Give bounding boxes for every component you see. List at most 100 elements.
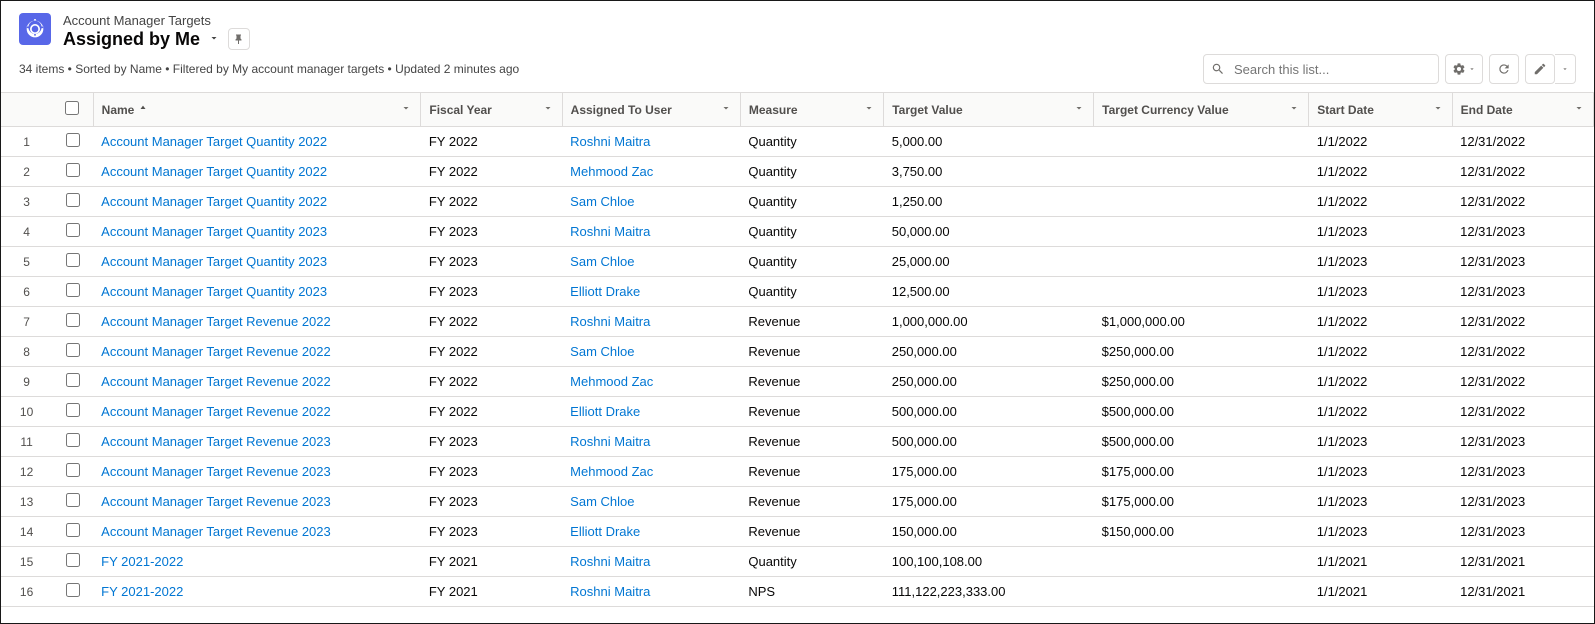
data-table: Name Fiscal Year Assigned To User Measur… bbox=[1, 93, 1594, 607]
more-button[interactable] bbox=[1555, 54, 1576, 84]
user-link[interactable]: Elliott Drake bbox=[570, 284, 640, 299]
cell-name: Account Manager Target Revenue 2022 bbox=[93, 367, 421, 397]
row-number: 2 bbox=[1, 157, 52, 187]
user-link[interactable]: Sam Chloe bbox=[570, 254, 634, 269]
name-link[interactable]: Account Manager Target Revenue 2022 bbox=[101, 404, 331, 419]
name-link[interactable]: Account Manager Target Revenue 2022 bbox=[101, 314, 331, 329]
list-controls-button[interactable] bbox=[1445, 54, 1483, 84]
cell-target-value: 150,000.00 bbox=[884, 517, 1094, 547]
name-link[interactable]: Account Manager Target Quantity 2023 bbox=[101, 284, 327, 299]
name-link[interactable]: FY 2021-2022 bbox=[101, 554, 183, 569]
row-checkbox[interactable] bbox=[66, 433, 80, 447]
row-checkbox[interactable] bbox=[66, 193, 80, 207]
name-link[interactable]: Account Manager Target Revenue 2022 bbox=[101, 374, 331, 389]
row-checkbox-cell bbox=[52, 187, 93, 217]
row-checkbox-cell bbox=[52, 247, 93, 277]
cell-user: Elliott Drake bbox=[562, 397, 740, 427]
cell-fy: FY 2023 bbox=[421, 277, 562, 307]
cell-end-date: 12/31/2022 bbox=[1452, 157, 1593, 187]
col-assigned-to[interactable]: Assigned To User bbox=[562, 93, 740, 127]
user-link[interactable]: Roshni Maitra bbox=[570, 434, 650, 449]
row-checkbox[interactable] bbox=[66, 223, 80, 237]
name-link[interactable]: FY 2021-2022 bbox=[101, 584, 183, 599]
search-input[interactable] bbox=[1203, 54, 1439, 84]
col-menu-icon[interactable] bbox=[1288, 102, 1300, 117]
row-checkbox[interactable] bbox=[66, 553, 80, 567]
table-row: 9Account Manager Target Revenue 2022FY 2… bbox=[1, 367, 1594, 397]
col-user-label: Assigned To User bbox=[571, 103, 672, 117]
name-link[interactable]: Account Manager Target Quantity 2022 bbox=[101, 164, 327, 179]
name-link[interactable]: Account Manager Target Revenue 2023 bbox=[101, 524, 331, 539]
row-checkbox[interactable] bbox=[66, 163, 80, 177]
user-link[interactable]: Roshni Maitra bbox=[570, 224, 650, 239]
col-select-all[interactable] bbox=[52, 93, 93, 127]
refresh-button[interactable] bbox=[1489, 54, 1519, 84]
col-fiscal-year[interactable]: Fiscal Year bbox=[421, 93, 562, 127]
cell-target-value: 25,000.00 bbox=[884, 247, 1094, 277]
row-checkbox-cell bbox=[52, 277, 93, 307]
col-end-date[interactable]: End Date bbox=[1452, 93, 1593, 127]
user-link[interactable]: Sam Chloe bbox=[570, 344, 634, 359]
col-fy-label: Fiscal Year bbox=[429, 103, 492, 117]
col-menu-icon[interactable] bbox=[1073, 102, 1085, 117]
col-target-value[interactable]: Target Value bbox=[884, 93, 1094, 127]
sort-up-icon bbox=[138, 103, 148, 117]
cell-target-currency bbox=[1094, 217, 1309, 247]
row-checkbox[interactable] bbox=[66, 343, 80, 357]
row-checkbox-cell bbox=[52, 457, 93, 487]
user-link[interactable]: Elliott Drake bbox=[570, 524, 640, 539]
col-menu-icon[interactable] bbox=[863, 102, 875, 117]
cell-target-currency: $175,000.00 bbox=[1094, 457, 1309, 487]
col-menu-icon[interactable] bbox=[720, 102, 732, 117]
user-link[interactable]: Roshni Maitra bbox=[570, 554, 650, 569]
listview-name[interactable]: Assigned by Me bbox=[63, 29, 200, 50]
cell-target-value: 1,250.00 bbox=[884, 187, 1094, 217]
row-checkbox[interactable] bbox=[66, 283, 80, 297]
cell-target-currency: $250,000.00 bbox=[1094, 337, 1309, 367]
edit-button[interactable] bbox=[1525, 54, 1555, 84]
col-name[interactable]: Name bbox=[93, 93, 421, 127]
user-link[interactable]: Sam Chloe bbox=[570, 194, 634, 209]
col-menu-icon[interactable] bbox=[1432, 102, 1444, 117]
name-link[interactable]: Account Manager Target Revenue 2023 bbox=[101, 434, 331, 449]
cell-fy: FY 2022 bbox=[421, 187, 562, 217]
row-checkbox[interactable] bbox=[66, 403, 80, 417]
cell-name: Account Manager Target Revenue 2023 bbox=[93, 457, 421, 487]
row-checkbox[interactable] bbox=[66, 373, 80, 387]
col-menu-icon[interactable] bbox=[400, 102, 412, 117]
cell-target-currency: $250,000.00 bbox=[1094, 367, 1309, 397]
row-checkbox[interactable] bbox=[66, 583, 80, 597]
user-link[interactable]: Mehmood Zac bbox=[570, 374, 653, 389]
row-checkbox[interactable] bbox=[66, 313, 80, 327]
row-checkbox[interactable] bbox=[66, 133, 80, 147]
user-link[interactable]: Sam Chloe bbox=[570, 494, 634, 509]
name-link[interactable]: Account Manager Target Revenue 2023 bbox=[101, 464, 331, 479]
user-link[interactable]: Elliott Drake bbox=[570, 404, 640, 419]
col-start-date[interactable]: Start Date bbox=[1309, 93, 1452, 127]
name-link[interactable]: Account Manager Target Revenue 2023 bbox=[101, 494, 331, 509]
col-menu-icon[interactable] bbox=[1573, 102, 1585, 117]
row-checkbox[interactable] bbox=[66, 253, 80, 267]
name-link[interactable]: Account Manager Target Quantity 2023 bbox=[101, 254, 327, 269]
user-link[interactable]: Roshni Maitra bbox=[570, 134, 650, 149]
cell-name: Account Manager Target Revenue 2022 bbox=[93, 397, 421, 427]
row-checkbox[interactable] bbox=[66, 463, 80, 477]
col-menu-icon[interactable] bbox=[542, 102, 554, 117]
row-checkbox[interactable] bbox=[66, 523, 80, 537]
select-all-checkbox[interactable] bbox=[65, 101, 79, 115]
name-link[interactable]: Account Manager Target Revenue 2022 bbox=[101, 344, 331, 359]
name-link[interactable]: Account Manager Target Quantity 2022 bbox=[101, 194, 327, 209]
row-number: 5 bbox=[1, 247, 52, 277]
pin-button[interactable] bbox=[228, 28, 250, 50]
listview-dropdown-icon[interactable] bbox=[208, 32, 220, 47]
user-link[interactable]: Mehmood Zac bbox=[570, 464, 653, 479]
user-link[interactable]: Mehmood Zac bbox=[570, 164, 653, 179]
col-target-currency[interactable]: Target Currency Value bbox=[1094, 93, 1309, 127]
name-link[interactable]: Account Manager Target Quantity 2022 bbox=[101, 134, 327, 149]
name-link[interactable]: Account Manager Target Quantity 2023 bbox=[101, 224, 327, 239]
cell-name: Account Manager Target Revenue 2023 bbox=[93, 517, 421, 547]
col-measure[interactable]: Measure bbox=[740, 93, 883, 127]
user-link[interactable]: Roshni Maitra bbox=[570, 314, 650, 329]
user-link[interactable]: Roshni Maitra bbox=[570, 584, 650, 599]
row-checkbox[interactable] bbox=[66, 493, 80, 507]
